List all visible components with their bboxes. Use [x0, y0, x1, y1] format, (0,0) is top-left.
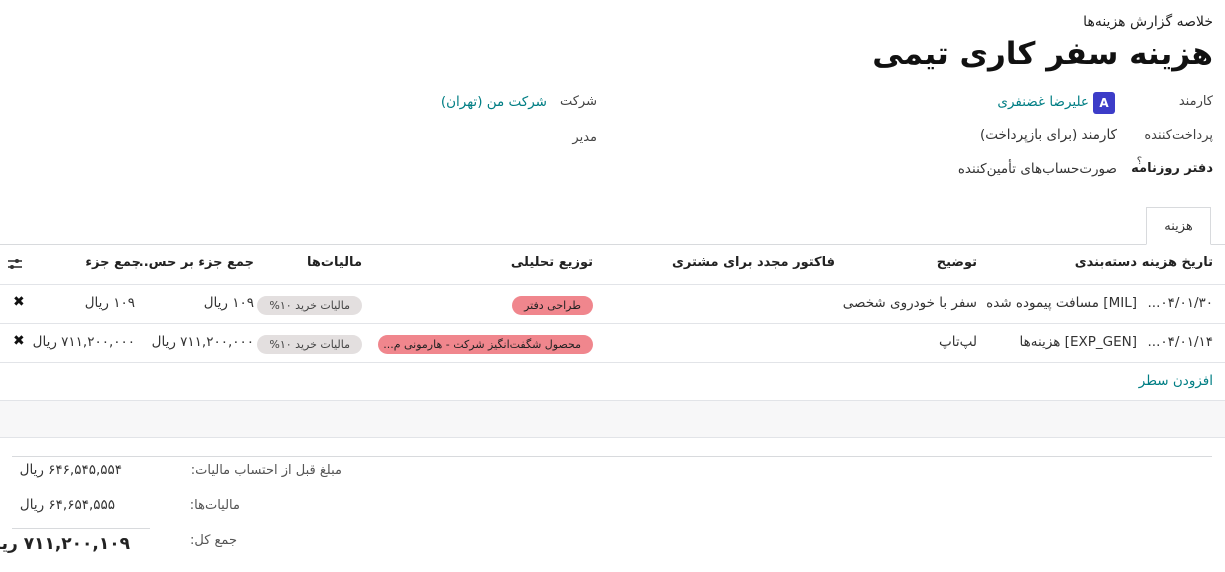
- col-subtotal-currency[interactable]: جمع جزء بر حس...: [134, 255, 254, 270]
- table-row[interactable]: ۰۴/۰۱/۱۴... [EXP_GEN] هزینه‌ها لپ‌تاپ مح…: [0, 324, 1225, 363]
- tax-badge[interactable]: مالیات خرید ۱۰%: [257, 296, 362, 315]
- employee-field[interactable]: علیرضا غضنفری: [997, 94, 1089, 110]
- breadcrumb[interactable]: خلاصه گزارش هزینه‌ها: [1083, 14, 1213, 30]
- total-divider: [12, 528, 150, 529]
- question-icon[interactable]: ؟: [1137, 156, 1142, 167]
- taxes-label: مالیات‌ها:: [189, 498, 240, 513]
- row-description[interactable]: سفر با خودروی شخصی: [843, 295, 977, 311]
- close-icon[interactable]: ✖: [13, 294, 25, 310]
- add-line-button[interactable]: افزودن سطر: [1139, 373, 1213, 389]
- table-footer: [0, 400, 1225, 438]
- manager-field[interactable]: [247, 126, 547, 146]
- table-row[interactable]: ۰۴/۰۱/۳۰... [MIL] مسافت پیموده شده سفر ب…: [0, 285, 1225, 324]
- col-analytic[interactable]: توزیع تحلیلی: [511, 255, 593, 270]
- row-subtotal: ۷۱۱,۲۰۰,۰۰۰ ریال: [32, 334, 135, 350]
- manager-label: مدیر: [572, 130, 597, 145]
- paid-by-field[interactable]: کارمند (برای بازپرداخت): [980, 127, 1117, 143]
- col-category[interactable]: دسته‌بندی: [1075, 255, 1137, 270]
- employee-label: کارمند: [1178, 94, 1213, 109]
- row-description[interactable]: لپ‌تاپ: [939, 334, 977, 350]
- col-subtotal[interactable]: جمع جزء: [85, 255, 141, 270]
- col-description[interactable]: توضیح: [937, 255, 977, 270]
- row-date[interactable]: ۰۴/۰۱/۳۰...: [1148, 295, 1213, 311]
- company-field[interactable]: شرکت من (تهران): [441, 94, 547, 110]
- row-subtotal-currency: ۱۰۹ ریال: [203, 295, 254, 311]
- company-label: شرکت: [559, 94, 597, 109]
- tab-expense[interactable]: هزینه: [1146, 207, 1211, 245]
- close-icon[interactable]: ✖: [13, 333, 25, 349]
- total-value: ۷۱۱,۲۰۰,۱۰۹ ریال: [0, 534, 130, 554]
- page-title: هزینه سفر کاری تیمی: [872, 36, 1213, 72]
- tax-badge[interactable]: مالیات خرید ۱۰%: [257, 335, 362, 354]
- row-subtotal: ۱۰۹ ریال: [84, 295, 135, 311]
- tab-divider: [0, 244, 1225, 245]
- col-date[interactable]: تاریخ هزینه: [1142, 255, 1213, 270]
- total-label: جمع کل:: [189, 533, 237, 548]
- row-divider: [0, 362, 1225, 363]
- sliders-icon[interactable]: [7, 257, 23, 271]
- paid-by-label: پرداخت‌کننده: [1144, 128, 1213, 143]
- taxes-value: ۶۴,۶۵۴,۵۵۵ ریال: [19, 497, 115, 513]
- avatar: A: [1093, 92, 1115, 114]
- row-category[interactable]: [EXP_GEN] هزینه‌ها: [1020, 334, 1137, 350]
- journal-field[interactable]: صورت‌حساب‌های تأمین‌کننده: [958, 161, 1117, 177]
- analytic-badge[interactable]: طراحی دفتر: [512, 296, 593, 315]
- col-taxes[interactable]: مالیات‌ها: [307, 255, 362, 270]
- summary-divider: [12, 456, 1212, 457]
- row-subtotal-currency: ۷۱۱,۲۰۰,۰۰۰ ریال: [151, 334, 254, 350]
- col-reinvoice[interactable]: فاکتور مجدد برای مشتری: [672, 255, 835, 270]
- untaxed-label: مبلغ قبل از احتساب مالیات:: [190, 463, 342, 478]
- row-category[interactable]: [MIL] مسافت پیموده شده: [986, 295, 1137, 311]
- row-date[interactable]: ۰۴/۰۱/۱۴...: [1148, 334, 1213, 350]
- journal-label: دفتر روزنامه: [1131, 161, 1213, 176]
- analytic-badge[interactable]: محصول شگفت‌انگیز شرکت - هارمونی م...: [378, 335, 593, 354]
- untaxed-value: ۶۴۶,۵۴۵,۵۵۴ ریال: [19, 462, 122, 478]
